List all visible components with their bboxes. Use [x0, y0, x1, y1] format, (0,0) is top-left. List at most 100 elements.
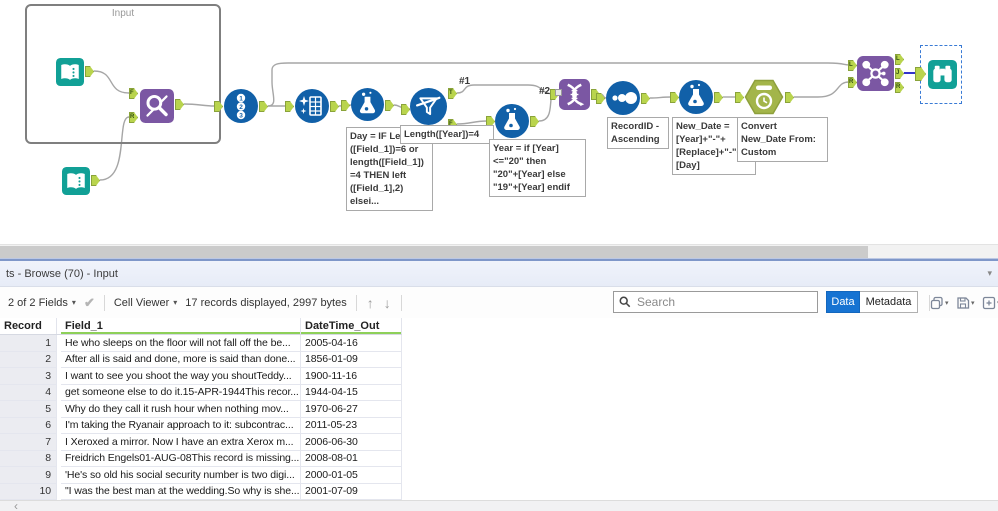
tool-find-replace[interactable] [140, 89, 174, 123]
anchor-letter: R [896, 84, 901, 90]
data-view-button[interactable]: Data [826, 291, 860, 313]
column-header-label: Record [4, 320, 42, 332]
annotation-filter[interactable]: Length([Year])=4 [400, 125, 494, 144]
column-header-record[interactable]: Record [0, 318, 57, 334]
cell-viewer-dropdown[interactable]: Cell Viewer ▾ [110, 297, 181, 309]
record-cell[interactable]: 4 [0, 384, 57, 401]
connection-wire[interactable] [794, 81, 850, 98]
table-row[interactable]: 2 After all is said and done, more is sai… [0, 351, 402, 368]
tool-record-id[interactable]: 1 2 3 [224, 89, 258, 123]
record-id-icon: 1 2 3 [224, 89, 258, 123]
record-cell[interactable]: 2 [0, 351, 57, 368]
canvas-horizontal-scrollbar[interactable] [0, 244, 998, 258]
scroll-left-icon[interactable]: ‹ [0, 500, 18, 511]
datetime-out-cell[interactable]: 1944-04-15 [301, 384, 402, 401]
record-cell[interactable]: 8 [0, 450, 57, 467]
table-row[interactable]: 4 get someone else to do it.15-APR-1944Th… [0, 384, 402, 401]
column-header-label: DateTime_Out [305, 320, 380, 332]
record-cell[interactable]: 10 [0, 483, 57, 500]
table-row[interactable]: 1 He who sleeps on the floor will not fal… [0, 335, 402, 352]
tool-union[interactable] [559, 79, 590, 110]
tool-browse[interactable] [928, 60, 957, 89]
field1-cell[interactable]: Freidrich Engels01-AUG-08This record is … [61, 450, 301, 467]
workflow-canvas[interactable]: Input F R 1 2 3 T F L R L J R #1 #2 Day … [0, 0, 998, 244]
copy-icon [930, 296, 943, 309]
connection-wire[interactable] [456, 120, 488, 125]
metadata-view-button[interactable]: Metadata [860, 291, 918, 313]
field1-cell[interactable]: 'He's so old his social security number … [61, 467, 301, 484]
table-row[interactable]: 7I Xeroxed a mirror. Now I have an extra… [0, 434, 402, 451]
tool-input-data-2[interactable] [62, 167, 90, 195]
record-cell[interactable]: 9 [0, 467, 57, 484]
new-window-button[interactable]: ▾ [982, 296, 998, 310]
search-box[interactable] [613, 291, 818, 313]
fields-dropdown[interactable]: 2 of 2 Fields ▾ [0, 297, 80, 309]
datetime-out-cell[interactable]: 2011-05-23 [301, 417, 402, 434]
tool-container-input[interactable]: Input [25, 4, 221, 144]
datetime-out-cell[interactable]: 1900-11-16 [301, 368, 402, 385]
field1-cell[interactable]: After all is said and done, more is said… [61, 351, 301, 368]
field1-cell[interactable]: get someone else to do it.15-APR-1944Thi… [61, 384, 301, 401]
copy-button[interactable]: ▾ [930, 296, 949, 310]
tool-input-data-1[interactable] [56, 58, 84, 86]
results-toolbar: 2 of 2 Fields ▾ ✔ Cell Viewer ▾ 17 recor… [0, 287, 998, 318]
table-row[interactable]: 9 'He's so old his social security number… [0, 467, 402, 484]
tool-formula-newdate[interactable] [679, 80, 713, 114]
record-cell[interactable]: 1 [0, 335, 57, 352]
annotation-sort[interactable]: RecordID - Ascending [607, 117, 669, 149]
anchor-letter: L [849, 62, 853, 68]
record-cell[interactable]: 3 [0, 368, 57, 385]
tool-join[interactable] [857, 56, 894, 91]
field1-cell[interactable]: He who sleeps on the floor will not fall… [61, 335, 301, 352]
caret-down-icon: ▾ [971, 299, 975, 307]
anchor-letter: R [130, 114, 135, 120]
datetime-out-cell[interactable]: 2005-04-16 [301, 335, 402, 352]
record-cell[interactable]: 5 [0, 401, 57, 418]
table-horizontal-scrollbar[interactable]: ‹ [0, 500, 998, 511]
results-table: Record Field_1 DateTime_Out 1 He who slee… [0, 318, 402, 500]
anchor-letter: F [130, 90, 134, 96]
scroll-down-button[interactable]: ↓ [379, 295, 396, 311]
annotation-datetime[interactable]: Convert New_Date From: Custom [737, 117, 828, 162]
tool-data-cleansing[interactable] [295, 89, 329, 123]
panel-menu-caret-icon[interactable]: ▾ [987, 268, 992, 279]
datetime-out-cell[interactable]: 2001-07-09 [301, 483, 402, 500]
field1-cell[interactable]: Why do they call it rush hour when nothi… [61, 401, 301, 418]
results-panel-tab[interactable]: ts - Browse (70) - Input ▾ [0, 261, 998, 287]
table-row[interactable]: 10 "I was the best man at the wedding.So … [0, 483, 402, 500]
tool-datetime[interactable] [744, 79, 784, 115]
table-row[interactable]: 8 Freidrich Engels01-AUG-08This record is… [0, 450, 402, 467]
annotation-formula-year[interactable]: Year = if [Year] <="20" then "20"+[Year]… [489, 139, 586, 197]
column-header-field1[interactable]: Field_1 [61, 318, 301, 334]
apply-check-icon[interactable]: ✔ [80, 295, 99, 311]
table-row[interactable]: 5 Why do they call it rush hour when noth… [0, 401, 402, 418]
scroll-up-button[interactable]: ↑ [362, 295, 379, 311]
anchor-letter: J [896, 70, 900, 76]
field1-cell[interactable]: "I was the best man at the wedding.So wh… [61, 483, 301, 500]
caret-down-icon: ▾ [71, 298, 76, 307]
record-cell[interactable]: 7 [0, 434, 57, 451]
table-row[interactable]: 3I want to see you shoot the way you sho… [0, 368, 402, 385]
tool-formula-day[interactable] [351, 88, 384, 121]
datetime-out-cell[interactable]: 2006-06-30 [301, 434, 402, 451]
connection-wire[interactable] [649, 96, 672, 99]
connection-wire[interactable] [456, 84, 553, 95]
tool-filter[interactable] [410, 88, 447, 125]
datetime-out-cell[interactable]: 1856-01-09 [301, 351, 402, 368]
find-replace-icon [140, 89, 174, 123]
caret-down-icon: ▾ [945, 299, 949, 307]
tool-formula-year[interactable] [495, 104, 529, 138]
tool-sort[interactable] [606, 81, 640, 115]
column-header-datetime-out[interactable]: DateTime_Out [301, 318, 402, 334]
search-input[interactable] [635, 294, 812, 310]
field1-cell[interactable]: I want to see you shoot the way you shou… [61, 368, 301, 385]
datetime-out-cell[interactable]: 1970-06-27 [301, 401, 402, 418]
field1-cell[interactable]: I'm taking the Ryanair approach to it: s… [61, 417, 301, 434]
save-button[interactable]: ▾ [956, 296, 975, 310]
datetime-out-cell[interactable]: 2000-01-05 [301, 467, 402, 484]
record-cell[interactable]: 6 [0, 417, 57, 434]
table-row[interactable]: 6 I'm taking the Ryanair approach to it: … [0, 417, 402, 434]
datetime-out-cell[interactable]: 2008-08-01 [301, 450, 402, 467]
scrollbar-thumb[interactable] [0, 246, 868, 258]
field1-cell[interactable]: I Xeroxed a mirror. Now I have an extra … [61, 434, 301, 451]
